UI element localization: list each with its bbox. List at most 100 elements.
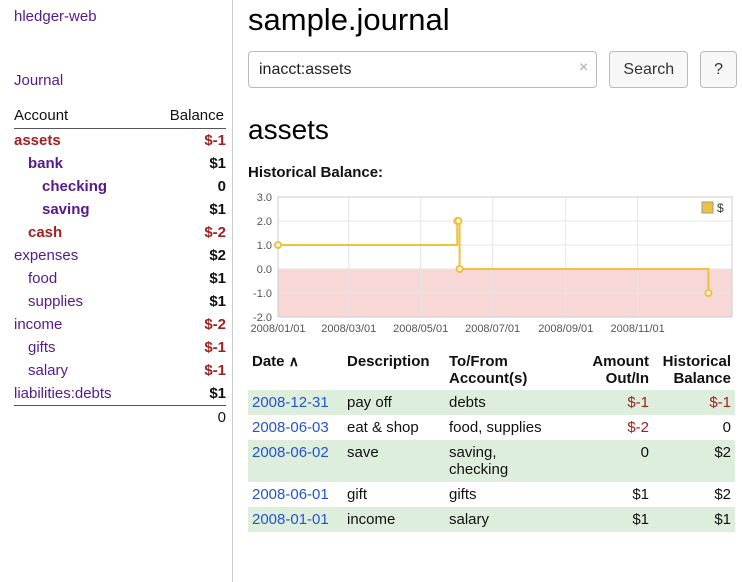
- account-balance: $1: [148, 198, 226, 221]
- sidebar-item-journal[interactable]: Journal: [14, 72, 232, 89]
- balance-chart: 3.02.01.00.0-1.0-2.02008/01/012008/03/01…: [248, 183, 735, 338]
- transaction-date-link[interactable]: 2008-06-03: [252, 419, 329, 436]
- account-balance: $2: [148, 244, 226, 267]
- transaction-date-link[interactable]: 2008-06-02: [252, 444, 329, 461]
- sidebar-balance-column-header: Balance: [148, 104, 226, 129]
- accounts-table: Account Balance assets $-1 bank $1 check…: [14, 104, 226, 429]
- transaction-accounts: debts: [445, 390, 575, 415]
- svg-text:$: $: [717, 201, 724, 215]
- account-row: expenses $2: [14, 244, 226, 267]
- description-column-header: Description: [343, 350, 445, 390]
- transaction-balance: 0: [653, 415, 735, 440]
- chart-title: Historical Balance:: [248, 164, 737, 181]
- transaction-amount: $1: [575, 507, 653, 532]
- transaction-amount: $-1: [575, 390, 653, 415]
- transaction-date-link[interactable]: 2008-06-01: [252, 486, 329, 503]
- svg-text:2008/03/01: 2008/03/01: [321, 323, 376, 335]
- account-link[interactable]: expenses: [14, 247, 78, 264]
- date-column-header[interactable]: Date ∧: [248, 350, 343, 390]
- transaction-balance: $2: [653, 440, 735, 482]
- app-brand-link[interactable]: hledger-web: [14, 8, 232, 25]
- transaction-date-link[interactable]: 2008-01-01: [252, 511, 329, 528]
- account-heading: assets: [248, 114, 737, 146]
- transactions-table: Date ∧ Description To/From Account(s) Am…: [248, 350, 735, 532]
- transaction-row: 2008-01-01 income salary $1 $1: [248, 507, 735, 532]
- account-link[interactable]: bank: [28, 155, 63, 172]
- svg-text:2008/07/01: 2008/07/01: [465, 323, 520, 335]
- transaction-balance: $1: [653, 507, 735, 532]
- transaction-description: income: [343, 507, 445, 532]
- account-row: food $1: [14, 267, 226, 290]
- search-button[interactable]: Search: [609, 51, 688, 88]
- account-column-header: Account: [14, 104, 148, 129]
- total-balance: 0: [148, 406, 226, 430]
- svg-text:2008/05/01: 2008/05/01: [393, 323, 448, 335]
- page-title: sample.journal: [248, 2, 737, 38]
- transaction-balance: $2: [653, 482, 735, 507]
- account-row: bank $1: [14, 152, 226, 175]
- transaction-description: eat & shop: [343, 415, 445, 440]
- search-input[interactable]: [248, 51, 597, 88]
- transaction-description: gift: [343, 482, 445, 507]
- help-button[interactable]: ?: [700, 51, 737, 88]
- clear-search-icon[interactable]: ×: [579, 60, 588, 76]
- account-row: gifts $-1: [14, 336, 226, 359]
- accounts-column-header: To/From Account(s): [445, 350, 575, 390]
- balance-chart-svg: 3.02.01.00.0-1.0-2.02008/01/012008/03/01…: [248, 183, 735, 338]
- transaction-accounts: food, supplies: [445, 415, 575, 440]
- transaction-description: save: [343, 440, 445, 482]
- account-balance: $-1: [148, 129, 226, 153]
- transaction-row: 2008-06-02 save saving, checking 0 $2: [248, 440, 735, 482]
- transaction-amount: $-2: [575, 415, 653, 440]
- account-balance: $1: [148, 152, 226, 175]
- transaction-accounts: salary: [445, 507, 575, 532]
- account-link[interactable]: supplies: [28, 293, 83, 310]
- svg-text:2008/11/01: 2008/11/01: [611, 323, 665, 335]
- account-balance: $1: [148, 290, 226, 313]
- account-link[interactable]: income: [14, 316, 62, 333]
- account-balance: $-2: [148, 221, 226, 244]
- account-row: checking 0: [14, 175, 226, 198]
- svg-text:3.0: 3.0: [257, 192, 272, 204]
- account-link[interactable]: saving: [42, 201, 90, 218]
- transaction-balance: $-1: [653, 390, 735, 415]
- transaction-row: 2008-12-31 pay off debts $-1 $-1: [248, 390, 735, 415]
- transaction-row: 2008-06-01 gift gifts $1 $2: [248, 482, 735, 507]
- amount-column-header: Amount Out/In: [575, 350, 653, 390]
- account-row: assets $-1: [14, 129, 226, 153]
- account-row: liabilities:debts $1: [14, 382, 226, 406]
- transaction-description: pay off: [343, 390, 445, 415]
- transaction-accounts: saving, checking: [445, 440, 575, 482]
- transaction-accounts: gifts: [445, 482, 575, 507]
- account-link[interactable]: gifts: [28, 339, 56, 356]
- transaction-amount: $1: [575, 482, 653, 507]
- account-link[interactable]: cash: [28, 224, 62, 241]
- account-link[interactable]: food: [28, 270, 57, 287]
- svg-text:2008/01/01: 2008/01/01: [250, 323, 305, 335]
- svg-text:2.0: 2.0: [257, 216, 272, 228]
- transaction-amount: 0: [575, 440, 653, 482]
- account-link[interactable]: salary: [28, 362, 68, 379]
- total-row: 0: [14, 406, 226, 430]
- account-balance: $-2: [148, 313, 226, 336]
- transaction-date-link[interactable]: 2008-12-31: [252, 394, 329, 411]
- account-balance: $1: [148, 382, 226, 406]
- sidebar: hledger-web Journal Account Balance asse…: [0, 0, 233, 582]
- account-row: salary $-1: [14, 359, 226, 382]
- account-row: supplies $1: [14, 290, 226, 313]
- svg-text:-1.0: -1.0: [253, 288, 272, 300]
- account-balance: $1: [148, 267, 226, 290]
- account-link[interactable]: checking: [42, 178, 107, 195]
- account-link[interactable]: assets: [14, 132, 61, 149]
- account-link[interactable]: liabilities:debts: [14, 385, 112, 402]
- svg-text:2008/09/01: 2008/09/01: [538, 323, 593, 335]
- svg-text:1.0: 1.0: [257, 240, 272, 252]
- search-form: × Search ?: [248, 51, 737, 88]
- account-row: cash $-2: [14, 221, 226, 244]
- hist-balance-column-header: Historical Balance: [653, 350, 735, 390]
- account-row: income $-2: [14, 313, 226, 336]
- account-balance: $-1: [148, 336, 226, 359]
- account-row: saving $1: [14, 198, 226, 221]
- main-content: sample.journal × Search ? assets Histori…: [248, 0, 737, 532]
- account-balance: 0: [148, 175, 226, 198]
